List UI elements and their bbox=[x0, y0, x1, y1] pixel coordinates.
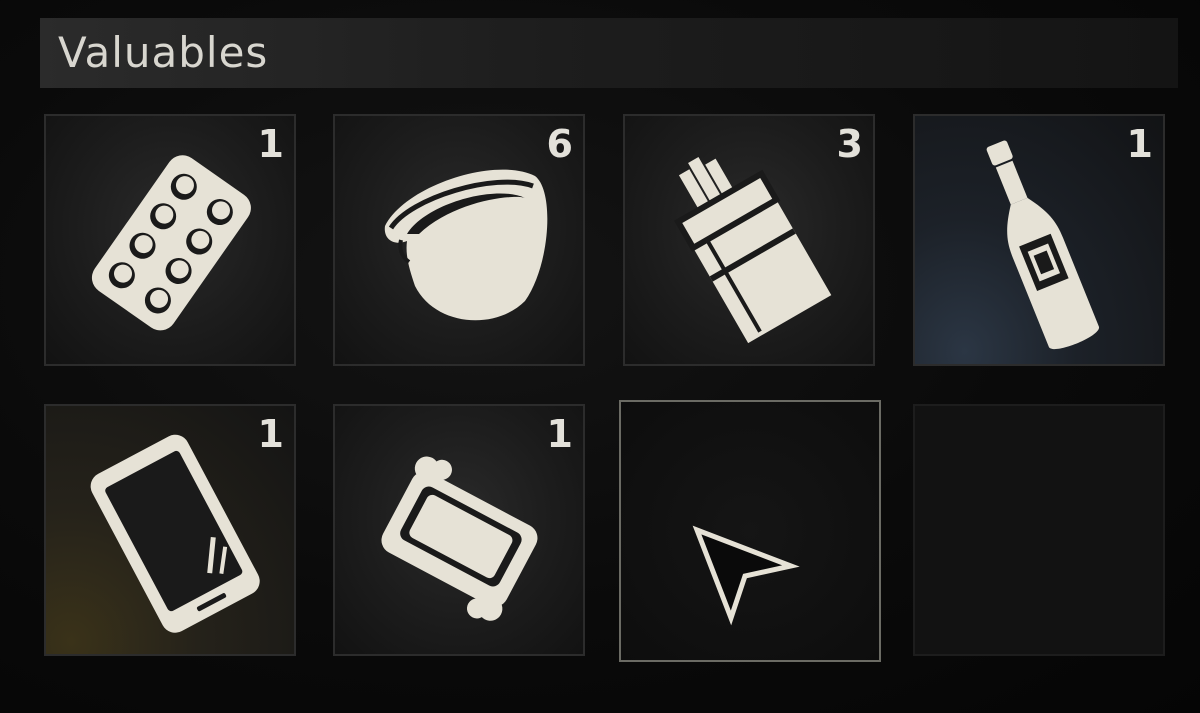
inventory-slot-bottle[interactable]: 1 bbox=[913, 114, 1165, 366]
inventory-slot-bracelet[interactable]: 6 bbox=[333, 114, 585, 366]
inventory-screen: Valuables 1 6 3 1 1 1 bbox=[0, 0, 1200, 713]
inventory-slot-empty[interactable] bbox=[913, 404, 1165, 656]
item-quantity: 1 bbox=[257, 122, 284, 166]
inventory-slot-cigarettes[interactable]: 3 bbox=[623, 114, 875, 366]
item-quantity: 1 bbox=[257, 412, 284, 456]
inventory-slot-phone[interactable]: 1 bbox=[44, 404, 296, 656]
category-title: Valuables bbox=[58, 28, 269, 77]
category-header: Valuables bbox=[40, 18, 1178, 88]
pointer-cursor-icon bbox=[692, 525, 800, 626]
inventory-slot-soap[interactable]: 1 bbox=[333, 404, 585, 656]
item-quantity: 1 bbox=[1126, 122, 1153, 166]
inventory-slot-selected[interactable] bbox=[619, 400, 881, 662]
item-quantity: 1 bbox=[546, 412, 573, 456]
inventory-slot-pills[interactable]: 1 bbox=[44, 114, 296, 366]
item-quantity: 6 bbox=[546, 122, 573, 166]
item-quantity: 3 bbox=[836, 122, 863, 166]
